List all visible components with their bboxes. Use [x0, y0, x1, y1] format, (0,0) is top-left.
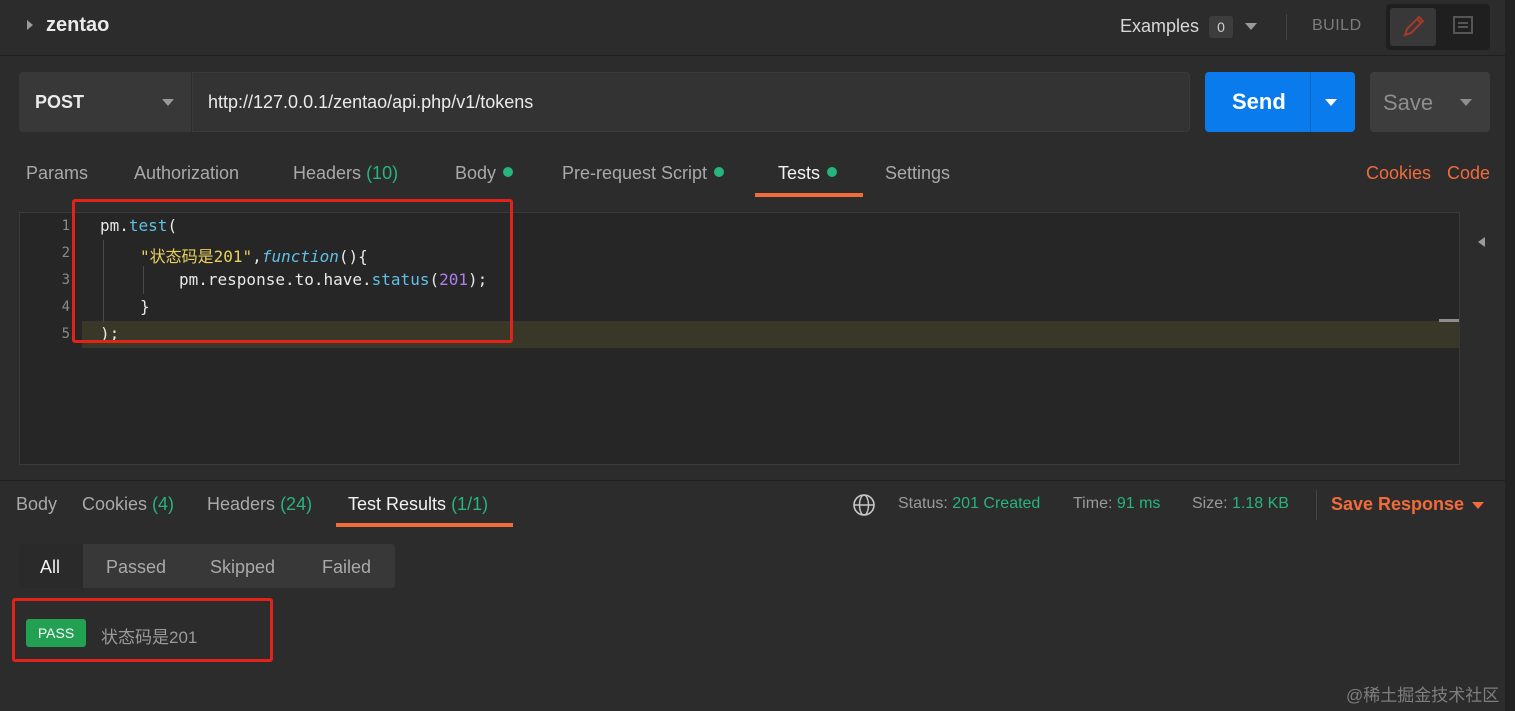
line-number: 2: [61, 245, 70, 261]
tab-label: Headers: [207, 494, 276, 514]
line-number: 4: [61, 299, 70, 315]
scrollbar-marker[interactable]: [1439, 319, 1459, 322]
save-response-button[interactable]: Save Response: [1331, 494, 1464, 515]
response-tab-cookies[interactable]: Cookies (4): [82, 494, 174, 515]
send-button-label[interactable]: Send: [1232, 89, 1286, 115]
size-value: 1.18 KB: [1232, 495, 1289, 512]
tab-body[interactable]: Body: [455, 163, 514, 184]
headers-count: (24): [280, 494, 313, 514]
status-dot-icon: [827, 167, 838, 177]
tab-label: Headers: [293, 163, 362, 183]
examples-button[interactable]: Examples: [1120, 16, 1199, 37]
line-number: 1: [61, 218, 70, 234]
method-value: POST: [35, 92, 85, 112]
cookies-count: (4): [152, 494, 175, 514]
size-label: Size:: [1192, 495, 1228, 512]
active-tab-indicator: [755, 193, 863, 197]
caret-right-icon[interactable]: [27, 20, 33, 30]
time-label: Time:: [1073, 495, 1113, 512]
tab-authorization[interactable]: Authorization: [134, 163, 239, 184]
header-divider: [1286, 14, 1287, 40]
send-divider: [1310, 72, 1311, 132]
response-tab-test-results[interactable]: Test Results (1/1): [348, 494, 488, 515]
headers-count: (10): [366, 163, 399, 183]
test-results-count: (1/1): [451, 494, 489, 514]
status-label: Status:: [898, 495, 948, 512]
chevron-down-icon[interactable]: [1325, 99, 1337, 106]
annotation-highlight-box: [12, 598, 273, 662]
tab-pre-request-script[interactable]: Pre-request Script: [562, 163, 725, 184]
globe-icon[interactable]: [852, 493, 876, 522]
filter-all[interactable]: All: [40, 557, 60, 578]
code-link[interactable]: Code: [1447, 163, 1490, 184]
tab-label: Cookies: [82, 494, 148, 514]
save-button-label[interactable]: Save: [1383, 90, 1433, 116]
comment-icon: [1453, 16, 1473, 34]
tab-tests[interactable]: Tests: [778, 163, 838, 184]
tab-label: Body: [455, 163, 497, 183]
response-tab-body[interactable]: Body: [16, 494, 57, 515]
chevron-down-icon[interactable]: [1460, 99, 1472, 106]
tab-headers[interactable]: Headers (10): [293, 163, 398, 184]
line-number: 3: [61, 272, 70, 288]
response-tab-headers[interactable]: Headers (24): [207, 494, 312, 515]
response-time: Time: 91 ms: [1073, 495, 1160, 513]
response-divider-vertical: [1316, 490, 1317, 520]
annotation-highlight-box: [72, 199, 513, 343]
collapse-panel-icon[interactable]: [1478, 237, 1485, 247]
active-tab-indicator: [336, 523, 513, 527]
examples-count-badge: 0: [1209, 16, 1233, 38]
response-divider: [0, 480, 1505, 481]
tab-label: Test Results: [348, 494, 447, 514]
chevron-down-icon[interactable]: [1245, 23, 1257, 30]
edit-mode-button[interactable]: [1390, 8, 1436, 46]
status-dot-icon: [503, 167, 514, 177]
chevron-down-icon[interactable]: [162, 99, 174, 106]
tab-label: Pre-request Script: [562, 163, 708, 183]
time-value: 91 ms: [1116, 495, 1161, 512]
status-value: 201 Created: [952, 495, 1041, 512]
url-input[interactable]: [192, 72, 1190, 132]
line-number: 5: [61, 326, 70, 342]
response-size: Size: 1.18 KB: [1192, 495, 1289, 513]
filter-skipped[interactable]: Skipped: [210, 557, 275, 578]
pencil-icon: [1403, 15, 1425, 37]
tab-label: Tests: [778, 163, 821, 183]
top-header: [0, 0, 1505, 56]
filter-failed[interactable]: Failed: [322, 557, 371, 578]
watermark: @稀土掘金技术社区: [1346, 686, 1500, 705]
right-scroll-rail[interactable]: [1505, 0, 1515, 711]
filter-passed[interactable]: Passed: [106, 557, 166, 578]
status-dot-icon: [714, 167, 725, 177]
tab-params[interactable]: Params: [26, 163, 88, 184]
chevron-down-icon[interactable]: [1472, 502, 1484, 509]
response-status: Status: 201 Created: [898, 495, 1040, 513]
cookies-link[interactable]: Cookies: [1366, 163, 1431, 184]
collection-name[interactable]: zentao: [46, 14, 109, 37]
comments-button[interactable]: [1440, 8, 1486, 46]
build-mode-label[interactable]: BUILD: [1312, 17, 1362, 35]
tab-settings[interactable]: Settings: [885, 163, 950, 184]
